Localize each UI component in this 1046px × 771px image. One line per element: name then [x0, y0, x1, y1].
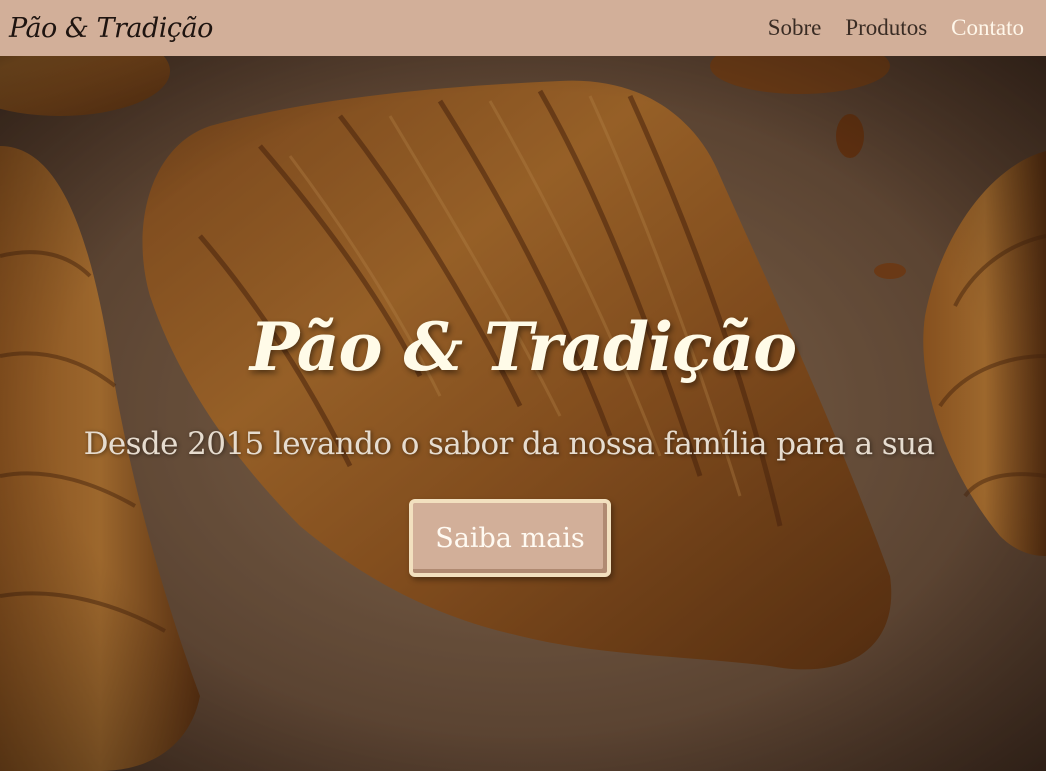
hero-dark-overlay	[0, 56, 1046, 771]
hero-subtitle: Desde 2015 levando o sabor da nossa famí…	[83, 426, 935, 462]
saiba-mais-button[interactable]: Saiba mais	[409, 499, 611, 577]
hero-title: Pão & Tradição	[249, 308, 797, 386]
top-navbar: Pão & Tradição Sobre Produtos Contato	[0, 0, 1046, 56]
nav-link-contato[interactable]: Contato	[951, 15, 1024, 41]
brand-logo[interactable]: Pão & Tradição	[9, 13, 213, 44]
nav-link-produtos[interactable]: Produtos	[845, 15, 927, 41]
nav-menu: Sobre Produtos Contato	[768, 15, 1024, 41]
hero-section: Pão & Tradição Desde 2015 levando o sabo…	[0, 56, 1046, 771]
nav-link-sobre[interactable]: Sobre	[768, 15, 822, 41]
